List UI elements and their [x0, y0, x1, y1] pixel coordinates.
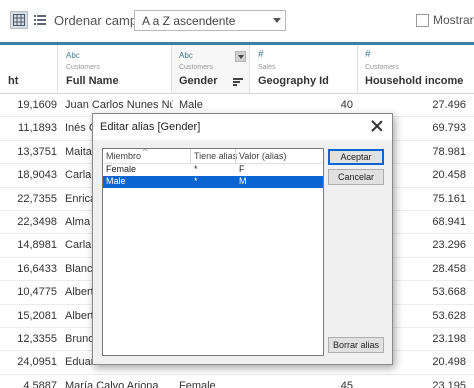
column-header-household-income[interactable]: # Customers Household income: [358, 45, 474, 93]
show-aliases-checkbox[interactable]: [416, 14, 429, 27]
table-cell[interactable]: Female: [179, 380, 249, 388]
column-source: Sales: [258, 64, 276, 71]
sort-fields-dropdown[interactable]: A a Z ascendente: [134, 10, 286, 31]
column-name: Household income: [365, 75, 464, 87]
column-name: Geography Id: [258, 75, 329, 87]
table-cell[interactable]: 16,6433: [0, 263, 57, 275]
column-menu-button[interactable]: [235, 51, 246, 62]
table-cell[interactable]: 13,3751: [0, 146, 57, 158]
table-cell[interactable]: 12,3355: [0, 333, 57, 345]
accept-button[interactable]: Aceptar: [328, 149, 384, 165]
table-cell[interactable]: 19,1609: [0, 99, 57, 111]
has-alias-column-header[interactable]: Tiene alias: [194, 151, 237, 161]
has-alias-mark: *: [194, 164, 198, 174]
table-cell[interactable]: 4,5887: [0, 380, 57, 388]
table-cell[interactable]: Juan Carlos Nunes Nú…: [65, 99, 173, 111]
alias-value[interactable]: F: [239, 164, 245, 174]
column-divider: [235, 149, 236, 163]
table-cell[interactable]: 15,2081: [0, 310, 57, 322]
table-cell[interactable]: 45: [258, 380, 353, 388]
string-type-icon: Abc: [179, 51, 193, 60]
table-cell[interactable]: 14,8981: [0, 239, 57, 251]
clear-aliases-button[interactable]: Borrar alias: [328, 337, 384, 353]
alias-value[interactable]: M: [239, 176, 247, 186]
column-header-gender[interactable]: Abc Customers Gender: [172, 45, 250, 93]
close-icon[interactable]: [370, 119, 384, 133]
column-name: ht: [8, 75, 19, 87]
chevron-down-icon: [273, 18, 281, 23]
list-view-icon[interactable]: [31, 11, 49, 29]
table-cell[interactable]: 10,4775: [0, 286, 57, 298]
table-cell[interactable]: Male: [179, 99, 249, 111]
edit-alias-dialog: Editar alias [Gender] Miembro ^ Tiene al…: [92, 113, 393, 365]
cancel-button[interactable]: Cancelar: [328, 169, 384, 185]
column-divider: [190, 149, 191, 163]
table-cell[interactable]: 22,3498: [0, 216, 57, 228]
table-cell[interactable]: 23.195: [364, 380, 466, 388]
member-name: Female: [106, 164, 137, 174]
dialog-title-bar[interactable]: Editar alias [Gender]: [93, 114, 392, 140]
alias-value-column-header[interactable]: Valor (alias): [239, 151, 286, 161]
table-cell[interactable]: 27.496: [364, 99, 466, 111]
column-header-geography-id[interactable]: # Sales Geography Id: [250, 45, 358, 93]
table-cell[interactable]: 11,1893: [0, 122, 57, 134]
table-cell[interactable]: 22,7355: [0, 193, 57, 205]
column-header-row: ht Abc Customers Full Name Abc Customers…: [0, 42, 474, 94]
table-cell[interactable]: 24,0951: [0, 356, 57, 368]
column-name: Gender: [179, 75, 218, 87]
string-type-icon: Abc: [66, 51, 80, 60]
column-header-full-name[interactable]: Abc Customers Full Name: [58, 45, 172, 93]
dialog-title: Editar alias [Gender]: [100, 121, 201, 133]
grid-view-icon[interactable]: [10, 11, 28, 29]
member-name: Male: [106, 176, 126, 186]
number-type-icon: #: [258, 49, 264, 60]
sort-fields-value: A a Z ascendente: [142, 14, 236, 28]
sort-up-icon: ^: [143, 147, 147, 156]
members-table: Miembro ^ Tiene alias Valor (alias) Fema…: [102, 147, 324, 356]
table-cell[interactable]: María Calvo Arjona: [65, 380, 173, 388]
has-alias-mark: *: [194, 176, 198, 186]
number-type-icon: #: [365, 49, 371, 60]
members-table-header: Miembro ^ Tiene alias Valor (alias): [103, 147, 323, 164]
column-source: Customers: [365, 64, 399, 71]
column-source: Customers: [66, 64, 100, 71]
member-row[interactable]: Female * F: [103, 164, 323, 176]
show-aliases-label: Mostrar a: [433, 13, 474, 27]
member-column-header[interactable]: Miembro: [106, 151, 141, 161]
sort-icon[interactable]: [233, 78, 243, 87]
member-row-selected[interactable]: Male * M: [103, 176, 323, 188]
table-row[interactable]: 4,5887 María Calvo Arjona Female 45 23.195: [0, 375, 474, 388]
table-cell[interactable]: 40: [258, 99, 353, 111]
toolbar: Ordenar campos A a Z ascendente Mostrar …: [0, 0, 474, 42]
column-header-0[interactable]: ht: [0, 45, 58, 93]
column-source: Customers: [179, 64, 213, 71]
column-name: Full Name: [66, 75, 119, 87]
table-cell[interactable]: 18,9043: [0, 169, 57, 181]
